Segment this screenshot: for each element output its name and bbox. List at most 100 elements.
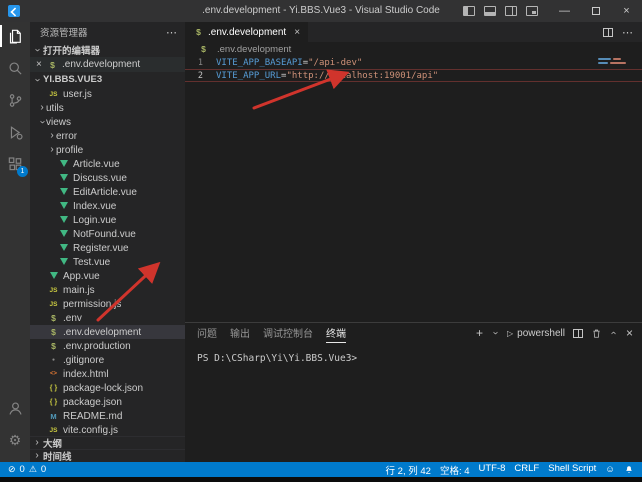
timeline-section[interactable]: › 时间线	[30, 449, 185, 462]
kill-terminal-icon[interactable]	[591, 328, 602, 339]
window-edge	[0, 477, 642, 482]
extensions-badge: 1	[17, 166, 28, 177]
problems-indicator[interactable]: ⊘ 0 ⚠ 0	[8, 464, 46, 475]
js-icon: JS	[48, 299, 59, 309]
file-tree: JSuser.js›utils›views›error›profileArtic…	[30, 87, 185, 437]
tree-item-login-vue[interactable]: Login.vue	[30, 213, 185, 227]
project-header[interactable]: › YI.BBS.VUE3	[30, 72, 185, 87]
minimize-button[interactable]: —	[549, 0, 580, 22]
vscode-window: .env.development - Yi.BBS.Vue3 - Visual …	[0, 0, 642, 482]
toggle-secondary-sidebar-icon[interactable]	[505, 6, 517, 16]
status-encoding[interactable]: UTF-8	[479, 463, 506, 477]
tree-item-app-vue[interactable]: App.vue	[30, 269, 185, 283]
panel-tab-debug-console[interactable]: 调试控制台	[263, 323, 313, 343]
tree-item-error[interactable]: ›error	[30, 129, 185, 143]
notifications-bell-icon[interactable]	[624, 465, 634, 475]
file-name: permission.js	[63, 299, 121, 310]
tree-item-index-html[interactable]: <>index.html	[30, 367, 185, 381]
editor-more-icon[interactable]: ⋯	[622, 26, 633, 39]
open-editor-item[interactable]: × $ .env.development	[30, 57, 185, 72]
terminal-shell-selector[interactable]: ▷ powershell	[507, 328, 565, 339]
html-icon: <>	[48, 369, 59, 379]
file-name: EditArticle.vue	[73, 187, 137, 198]
new-terminal-icon[interactable]: +	[476, 326, 483, 340]
tree-item-notfound-vue[interactable]: NotFound.vue	[30, 227, 185, 241]
file-name: .env.development	[63, 327, 141, 338]
tree-item-vite-config-js[interactable]: JSvite.config.js	[30, 423, 185, 437]
terminal-output[interactable]: PS D:\CSharp\Yi\Yi.BBS.Vue3>	[185, 343, 642, 364]
tree-item--env-development[interactable]: $ .env.development	[30, 325, 185, 339]
split-editor-icon[interactable]	[603, 28, 613, 37]
tree-item-utils[interactable]: ›utils	[30, 101, 185, 115]
close-icon[interactable]: ×	[294, 27, 300, 38]
panel-tab-problems[interactable]: 问题	[197, 323, 217, 343]
toggle-panel-icon[interactable]	[484, 6, 496, 16]
file-name: error	[56, 131, 77, 142]
close-icon[interactable]: ×	[36, 59, 47, 70]
code-line-2[interactable]: 2VITE_APP_URL="http://localhost:19001/ap…	[185, 69, 642, 82]
status-language-mode[interactable]: Shell Script	[548, 463, 596, 477]
status-indentation[interactable]: 空格: 4	[440, 463, 470, 477]
chevron-right-icon: ›	[48, 145, 56, 155]
activity-account[interactable]	[0, 394, 30, 422]
split-terminal-icon[interactable]	[573, 329, 583, 338]
error-icon: ⊘	[8, 464, 16, 475]
close-panel-icon[interactable]: ×	[626, 326, 633, 340]
tree-item-article-vue[interactable]: Article.vue	[30, 157, 185, 171]
status-cursor-position[interactable]: 行 2, 列 42	[386, 463, 431, 477]
tree-item-discuss-vue[interactable]: Discuss.vue	[30, 171, 185, 185]
tree-item-readme-md[interactable]: MREADME.md	[30, 409, 185, 423]
chevron-down-icon[interactable]: ›	[490, 329, 500, 337]
env-dollar-icon: $	[48, 327, 59, 337]
activity-extensions[interactable]: 1	[0, 150, 30, 178]
tree-item-register-vue[interactable]: Register.vue	[30, 241, 185, 255]
tree-item-profile[interactable]: ›profile	[30, 143, 185, 157]
tree-item-index-vue[interactable]: Index.vue	[30, 199, 185, 213]
vue-icon	[48, 271, 59, 281]
code-editor[interactable]: 1VITE_APP_BASEAPI="/api-dev"2VITE_APP_UR…	[185, 56, 642, 82]
file-name: Login.vue	[73, 215, 116, 226]
activity-source-control[interactable]	[0, 86, 30, 114]
tree-item-views[interactable]: ›views	[30, 115, 185, 129]
tree-item--env-production[interactable]: $.env.production	[30, 339, 185, 353]
activity-run-debug[interactable]	[0, 118, 30, 146]
feedback-smiley-icon[interactable]: ☺	[605, 464, 615, 475]
tree-item-main-js[interactable]: JSmain.js	[30, 283, 185, 297]
file-name: Test.vue	[73, 257, 110, 268]
activity-bar: 1 ⚙	[0, 22, 30, 462]
more-actions-icon[interactable]: ⋯	[166, 26, 177, 39]
breadcrumb[interactable]: $ .env.development	[185, 42, 642, 56]
tree-item-permission-js[interactable]: JS permission.js	[30, 297, 185, 311]
status-eol[interactable]: CRLF	[514, 463, 539, 477]
customize-layout-icon[interactable]	[526, 6, 538, 16]
outline-section[interactable]: › 大纲	[30, 436, 185, 449]
file-name: Index.vue	[73, 201, 116, 212]
tree-item-test-vue[interactable]: Test.vue	[30, 255, 185, 269]
tree-item-editarticle-vue[interactable]: EditArticle.vue	[30, 185, 185, 199]
chevron-right-icon: ›	[48, 131, 56, 141]
activity-settings[interactable]: ⚙	[0, 426, 30, 454]
code-token: "http://localhost:19001/api"	[286, 71, 438, 81]
line-number: 2	[185, 71, 203, 81]
tree-item--gitignore[interactable]: ●.gitignore	[30, 353, 185, 367]
tree-item-user-js[interactable]: JSuser.js	[30, 87, 185, 101]
panel-tab-output[interactable]: 输出	[230, 323, 250, 343]
file-name: package.json	[63, 397, 122, 408]
activity-search[interactable]	[0, 54, 30, 82]
toggle-sidebar-icon[interactable]	[463, 6, 475, 16]
tree-item-package-lock-json[interactable]: { }package-lock.json	[30, 381, 185, 395]
maximize-panel-icon[interactable]: ›	[609, 329, 619, 337]
minimap[interactable]	[598, 58, 632, 66]
vue-icon	[58, 243, 69, 253]
maximize-button[interactable]	[580, 0, 611, 22]
title-bar: .env.development - Yi.BBS.Vue3 - Visual …	[0, 0, 642, 22]
json-braces-icon: { }	[48, 383, 59, 393]
close-button[interactable]: ×	[611, 0, 642, 22]
tree-item-package-json[interactable]: { }package.json	[30, 395, 185, 409]
open-editors-header[interactable]: › 打开的编辑器	[30, 42, 185, 57]
tree-item--env[interactable]: $.env	[30, 311, 185, 325]
panel-tab-terminal[interactable]: 终端	[326, 323, 346, 343]
activity-explorer[interactable]	[0, 22, 30, 50]
tab-env-development[interactable]: $ .env.development ×	[185, 22, 308, 42]
code-line-1[interactable]: 1VITE_APP_BASEAPI="/api-dev"	[185, 56, 642, 69]
